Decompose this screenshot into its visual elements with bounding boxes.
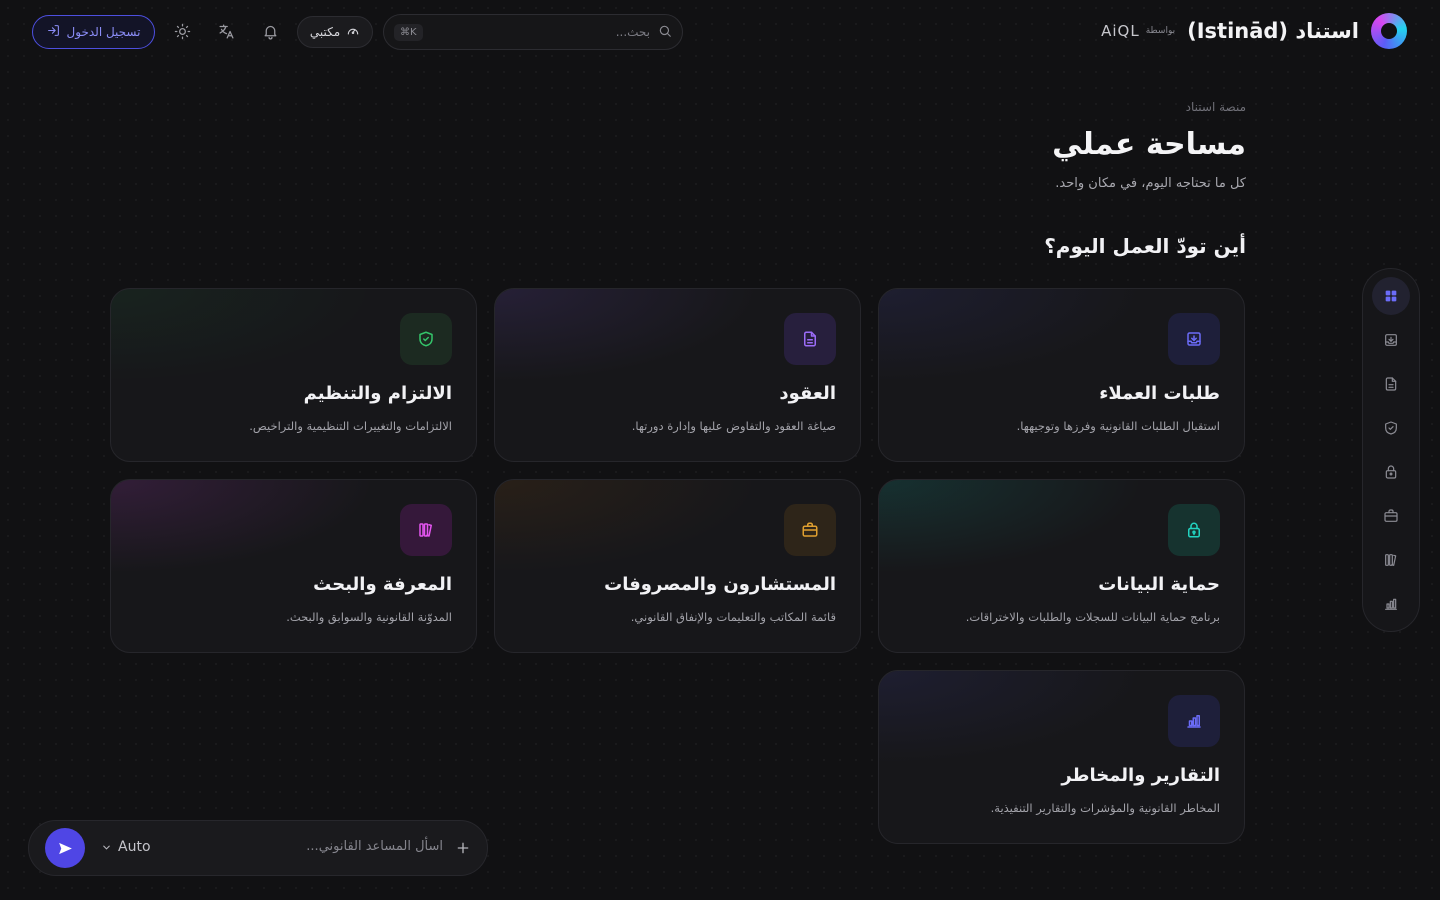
card-description: المدوّنة القانونية والسوابق والبحث. <box>286 610 452 624</box>
card-description: استقبال الطلبات القانونية وفرزها وتوجيهه… <box>1016 419 1220 433</box>
document-icon <box>784 313 836 365</box>
translate-icon[interactable] <box>216 21 236 41</box>
brand-logo[interactable]: AiQL بواسطة استناد (Istinād) <box>1101 13 1407 49</box>
login-label: تسجيل الدخول <box>66 25 141 39</box>
card-client-requests[interactable]: طلبات العملاء استقبال الطلبات القانونية … <box>878 288 1245 462</box>
card-title: حماية البيانات <box>1098 574 1220 595</box>
login-icon <box>47 24 60 40</box>
bar-chart-icon <box>1168 695 1220 747</box>
intro: منصة استناد مساحة عملي كل ما تحتاجه اليو… <box>646 100 1246 191</box>
attach-plus-icon[interactable] <box>453 838 473 858</box>
card-compliance[interactable]: الالتزام والتنظيم الالتزامات والتغييرات … <box>110 288 477 462</box>
card-title: المعرفة والبحث <box>313 574 452 595</box>
rail-inbox-download-icon[interactable] <box>1372 321 1410 359</box>
send-button[interactable] <box>45 828 85 868</box>
by-label: بواسطة <box>1145 26 1176 36</box>
bell-icon[interactable] <box>260 21 280 41</box>
card-title: العقود <box>779 383 836 404</box>
card-title: الالتزام والتنظيم <box>303 383 452 404</box>
rail-grid-icon[interactable] <box>1372 277 1410 315</box>
model-selector[interactable]: Auto <box>101 839 151 855</box>
card-data-protection[interactable]: حماية البيانات برنامج حماية البيانات للس… <box>878 479 1245 653</box>
page-subtitle: كل ما تحتاجه اليوم، في مكان واحد. <box>1055 176 1246 191</box>
search-icon <box>658 23 672 42</box>
search-bar[interactable]: ⌘K بحث... <box>383 14 683 50</box>
brand-mark-icon <box>1371 13 1407 49</box>
rail-lock-icon[interactable] <box>1372 453 1410 491</box>
assistant-composer: Auto اسأل المساعد القانوني... <box>28 820 488 876</box>
login-button[interactable]: تسجيل الدخول <box>32 15 155 49</box>
card-title: التقارير والمخاطر <box>1061 765 1220 786</box>
briefcase-icon <box>784 504 836 556</box>
books-icon <box>400 504 452 556</box>
card-title: المستشارون والمصروفات <box>604 574 836 595</box>
my-office-label: مكتبي <box>309 25 341 39</box>
sun-icon[interactable] <box>172 21 192 41</box>
page-title: مساحة عملي <box>1052 127 1246 162</box>
lock-icon <box>1168 504 1220 556</box>
rail-shield-check-icon[interactable] <box>1372 409 1410 447</box>
breadcrumb[interactable]: منصة استناد <box>646 100 1246 114</box>
card-description: الالتزامات والتغييرات التنظيمية والتراخي… <box>249 419 452 433</box>
card-knowledge-research[interactable]: المعرفة والبحث المدوّنة القانونية والسوا… <box>110 479 477 653</box>
search-input[interactable]: بحث... <box>423 25 650 39</box>
rail-document-icon[interactable] <box>1372 365 1410 403</box>
side-rail <box>1362 268 1420 632</box>
card-contracts[interactable]: العقود صياغة العقود والتفاوض عليها وإدار… <box>494 288 861 462</box>
gauge-icon <box>346 24 360 41</box>
my-office-button[interactable]: مكتبي <box>297 16 373 48</box>
rail-bar-chart-icon[interactable] <box>1372 585 1410 623</box>
send-icon <box>58 842 72 854</box>
brand-name: استناد (Istinād) <box>1187 19 1359 43</box>
inbox-download-icon <box>1168 313 1220 365</box>
chevron-down-icon <box>103 845 110 850</box>
card-description: المخاطر القانونية والمؤشرات والتقارير ال… <box>990 801 1220 815</box>
search-shortcut: ⌘K <box>394 23 423 41</box>
card-counsel-spend[interactable]: المستشارون والمصروفات قائمة المكاتب والت… <box>494 479 861 653</box>
rail-briefcase-icon[interactable] <box>1372 497 1410 535</box>
card-description: قائمة المكاتب والتعليمات والإنفاق القانو… <box>630 610 836 624</box>
card-description: برنامج حماية البيانات للسجلات والطلبات و… <box>965 610 1220 624</box>
model-value: Auto <box>118 839 151 855</box>
aiql-wordmark: AiQL <box>1101 22 1140 40</box>
section-heading: أين تودّ العمل اليوم؟ <box>1044 234 1246 258</box>
card-reports-risks[interactable]: التقارير والمخاطر المخاطر القانونية والم… <box>878 670 1245 844</box>
card-description: صياغة العقود والتفاوض عليها وإدارة دورته… <box>631 419 836 433</box>
shield-check-icon <box>400 313 452 365</box>
rail-books-icon[interactable] <box>1372 541 1410 579</box>
card-title: طلبات العملاء <box>1099 383 1220 404</box>
assistant-input[interactable]: اسأل المساعد القانوني... <box>306 839 443 854</box>
brand-by: AiQL بواسطة <box>1101 22 1175 40</box>
